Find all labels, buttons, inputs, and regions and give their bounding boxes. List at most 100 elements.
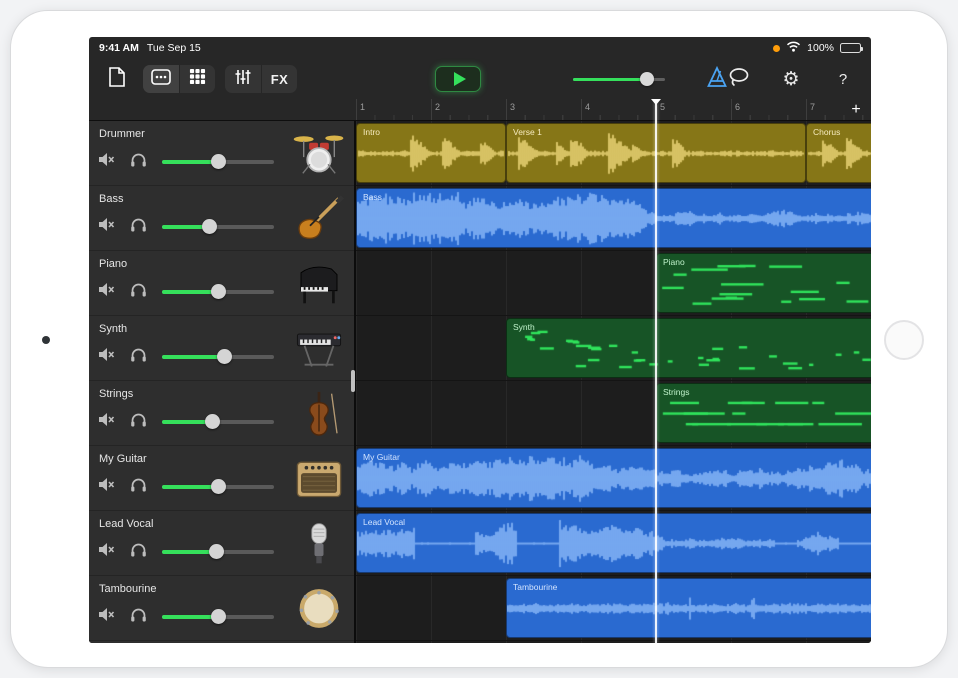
mute-button[interactable] xyxy=(98,544,116,560)
headphones-button[interactable] xyxy=(130,219,148,235)
add-section-button[interactable]: + xyxy=(846,100,866,120)
play-button[interactable] xyxy=(435,66,481,92)
volume-knob[interactable] xyxy=(209,544,224,559)
master-volume-slider[interactable] xyxy=(573,72,665,86)
track-header-tambourine[interactable]: Tambourine xyxy=(89,576,356,641)
region-label: Piano xyxy=(657,254,691,270)
mute-button[interactable] xyxy=(98,349,116,365)
measure-number: 3 xyxy=(510,102,515,112)
headphones-button[interactable] xyxy=(130,349,148,365)
measure-tick: 6 xyxy=(731,99,732,120)
region-strings[interactable]: Strings xyxy=(656,383,871,443)
region-content xyxy=(357,514,871,573)
measure-number: 2 xyxy=(435,102,440,112)
headphones-button[interactable] xyxy=(130,609,148,625)
measure-tick: 4 xyxy=(581,99,582,120)
volume-slider[interactable] xyxy=(162,290,274,294)
region-bass[interactable]: Bass xyxy=(356,188,871,248)
volume-knob[interactable] xyxy=(217,349,232,364)
synthesizer-image[interactable] xyxy=(290,323,348,373)
track-header-drummer[interactable]: Drummer xyxy=(89,121,356,186)
slider-knob[interactable] xyxy=(640,72,654,86)
grand-piano-image[interactable] xyxy=(290,258,348,308)
help-button[interactable]: ? xyxy=(827,65,859,93)
loop-browser-button[interactable] xyxy=(723,65,755,93)
timeline-ruler[interactable]: 1234567 + xyxy=(89,99,871,121)
region-lead-vocal[interactable]: Lead Vocal xyxy=(356,513,871,573)
region-chorus[interactable]: Chorus xyxy=(806,123,871,183)
volume-slider[interactable] xyxy=(162,355,274,359)
header-resize-handle[interactable] xyxy=(351,370,355,392)
playhead-marker-icon[interactable] xyxy=(651,99,661,105)
measure-tick: 2 xyxy=(431,99,432,120)
region-my-guitar[interactable]: My Guitar xyxy=(356,448,871,508)
track-header-my-guitar[interactable]: My Guitar xyxy=(89,446,356,511)
track-lane-strings[interactable]: Strings xyxy=(356,381,871,446)
settings-button[interactable] xyxy=(775,65,807,93)
track-lane-synth[interactable]: Synth xyxy=(356,316,871,381)
volume-slider[interactable] xyxy=(162,615,274,619)
volume-slider[interactable] xyxy=(162,550,274,554)
measure-number: 6 xyxy=(735,102,740,112)
track-name: Bass xyxy=(99,193,123,205)
my-songs-button[interactable] xyxy=(101,65,133,93)
mute-button[interactable] xyxy=(98,219,116,235)
headphones-button[interactable] xyxy=(130,544,148,560)
volume-knob[interactable] xyxy=(211,154,226,169)
headphones-button[interactable] xyxy=(130,284,148,300)
track-lane-my-guitar[interactable]: My Guitar xyxy=(356,446,871,511)
region-tambourine[interactable]: Tambourine xyxy=(506,578,871,638)
headphones-button[interactable] xyxy=(130,154,148,170)
live-loops-grid-button[interactable] xyxy=(179,65,215,93)
volume-knob[interactable] xyxy=(205,414,220,429)
volume-knob[interactable] xyxy=(202,219,217,234)
tambourine-image[interactable] xyxy=(290,583,348,633)
volume-knob[interactable] xyxy=(211,609,226,624)
track-lanes-area[interactable]: IntroVerse 1ChorusBass Piano Synth Strings M… xyxy=(356,121,871,643)
playhead[interactable] xyxy=(655,103,657,643)
guitar-amp-image[interactable] xyxy=(290,453,348,503)
region-intro[interactable]: Intro xyxy=(356,123,506,183)
fx-button[interactable]: FX xyxy=(261,65,297,93)
track-header-bass[interactable]: Bass xyxy=(89,186,356,251)
volume-slider[interactable] xyxy=(162,420,274,424)
volume-slider[interactable] xyxy=(162,485,274,489)
track-header-strings[interactable]: Strings xyxy=(89,381,356,446)
track-header-lead-vocal[interactable]: Lead Vocal xyxy=(89,511,356,576)
track-lane-tambourine[interactable]: Tambourine xyxy=(356,576,871,641)
mute-button[interactable] xyxy=(98,479,116,495)
region-synth[interactable]: Synth xyxy=(506,318,871,378)
volume-slider[interactable] xyxy=(162,225,274,229)
track-lane-piano[interactable]: Piano xyxy=(356,251,871,316)
volume-knob[interactable] xyxy=(211,284,226,299)
headphones-button[interactable] xyxy=(130,414,148,430)
mute-button[interactable] xyxy=(98,154,116,170)
tracks-view-button[interactable] xyxy=(143,65,179,93)
bass-guitar-image[interactable] xyxy=(290,193,348,243)
region-piano[interactable]: Piano xyxy=(656,253,871,313)
home-button[interactable] xyxy=(884,320,924,360)
headphones-button[interactable] xyxy=(130,479,148,495)
track-name: Strings xyxy=(99,388,133,400)
track-lane-lead-vocal[interactable]: Lead Vocal xyxy=(356,511,871,576)
volume-slider[interactable] xyxy=(162,160,274,164)
speaker-mute-icon xyxy=(98,412,115,432)
track-lane-bass[interactable]: Bass xyxy=(356,186,871,251)
strings-image[interactable] xyxy=(290,388,348,438)
mute-button[interactable] xyxy=(98,609,116,625)
ruler-ticks: 1234567 xyxy=(356,99,871,120)
document-icon xyxy=(108,67,126,92)
mute-button[interactable] xyxy=(98,284,116,300)
mute-button[interactable] xyxy=(98,414,116,430)
drum-kit-image[interactable] xyxy=(290,128,348,178)
track-header-piano[interactable]: Piano xyxy=(89,251,356,316)
track-lane-drummer[interactable]: IntroVerse 1Chorus xyxy=(356,121,871,186)
volume-knob[interactable] xyxy=(211,479,226,494)
microphone-image[interactable] xyxy=(290,518,348,568)
track-controls-button[interactable] xyxy=(225,65,261,93)
track-header-synth[interactable]: Synth xyxy=(89,316,356,381)
help-label: ? xyxy=(839,71,847,88)
speaker-mute-icon xyxy=(98,607,115,627)
region-label: Strings xyxy=(657,384,695,400)
measure-tick: 3 xyxy=(506,99,507,120)
